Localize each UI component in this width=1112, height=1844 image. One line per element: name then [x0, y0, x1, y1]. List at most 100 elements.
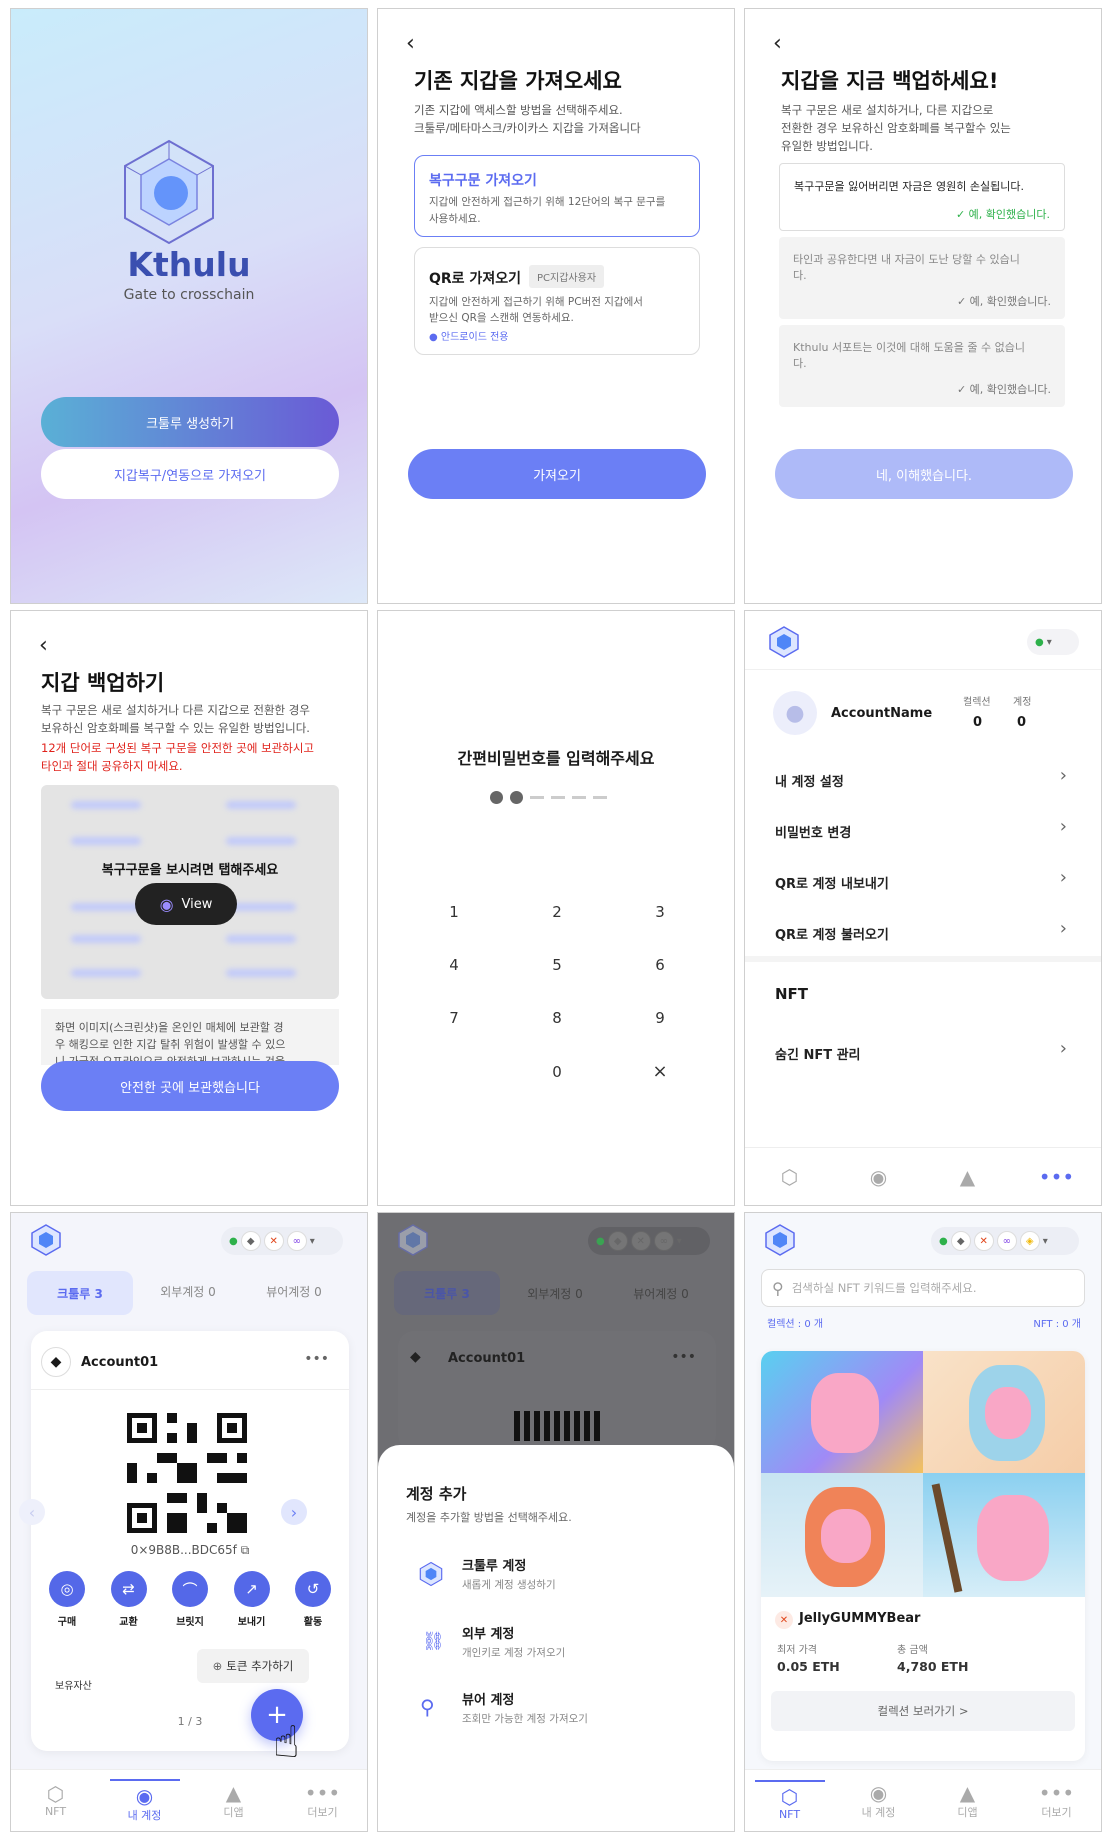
nav-more[interactable]: ••• 더보기	[1022, 1782, 1092, 1820]
recovery-phrase-box[interactable]: 복구구문을 보시려면 탭해주세요 ◉ View	[41, 785, 339, 999]
nav-account[interactable]: ◉	[844, 1166, 914, 1188]
klaytn-icon: ✕	[630, 1231, 651, 1251]
key-9[interactable]: 9	[640, 1009, 680, 1027]
nft-thumbnail	[761, 1473, 923, 1597]
key-4[interactable]: 4	[434, 956, 474, 974]
nav-dapp[interactable]: ▲ 디앱	[199, 1782, 269, 1820]
import-wallet-button[interactable]: 지갑복구/연동으로 가져오기	[41, 449, 339, 499]
page-desc-3: 유일한 방법입니다.	[781, 139, 873, 153]
confirm-card-1[interactable]: 복구구문을 잃어버리면 자금은 영원히 손실됩니다. ✓ 예, 확인했습니다.	[779, 163, 1065, 231]
tab-external[interactable]: 외부계정 0	[135, 1283, 241, 1300]
saved-safely-button[interactable]: 안전한 곳에 보관했습니다	[41, 1061, 339, 1111]
network-chip[interactable]: ● ◆ ✕ ∞ ▾	[221, 1227, 343, 1255]
nav-nft[interactable]: ⬡ NFT	[21, 1783, 91, 1818]
action-swap[interactable]: ⇄ 교환	[107, 1571, 151, 1628]
note-line: 화면 이미지(스크린샷)을 온인인 매체에 보관할 경	[55, 1021, 284, 1034]
nft-search-input[interactable]: ⚲ 검색하실 NFT 키워드를 입력해주세요.	[761, 1269, 1085, 1307]
back-arrow-icon[interactable]: ‹	[39, 635, 48, 657]
brand-tagline: Gate to crosschain	[123, 287, 255, 303]
option-title: 외부 계정	[462, 1627, 515, 1642]
nav-label: 디앱	[957, 1805, 978, 1819]
nav-nft[interactable]: ⬡ NFT	[754, 1780, 825, 1821]
import-button[interactable]: 가져오기	[408, 449, 706, 499]
create-wallet-button[interactable]: 크툴루 생성하기	[41, 397, 339, 447]
assets-label: 보유자산	[55, 1681, 92, 1692]
copy-icon[interactable]: ⧉	[241, 1543, 250, 1557]
action-label: 교환	[119, 1617, 138, 1628]
brand-name: Kthulu	[127, 245, 251, 284]
delete-key-icon[interactable]: ×	[640, 1061, 680, 1082]
action-buy[interactable]: ◎ 구매	[45, 1571, 89, 1628]
confirm-card-3[interactable]: Kthulu 서포트는 이것에 대해 도움을 줄 수 없습니 다. ✓ 예, 확…	[779, 325, 1065, 407]
key-5[interactable]: 5	[537, 956, 577, 974]
page-desc-2: 전환한 경우 보유하신 암호화폐를 복구할수 있는	[781, 121, 1011, 135]
back-arrow-icon[interactable]: ‹	[773, 33, 782, 55]
user-icon: ◉	[135, 1783, 154, 1808]
nav-more[interactable]: ••• 더보기	[288, 1782, 358, 1820]
next-account-arrow-icon[interactable]: ›	[281, 1499, 307, 1525]
chevron-down-icon: ▾	[1046, 636, 1052, 648]
view-collection-button[interactable]: 컬렉션 보러가기 >	[771, 1691, 1075, 1731]
pin-dot-filled	[510, 791, 523, 804]
tab-kthulu[interactable]: 크툴루 3	[27, 1271, 133, 1315]
back-arrow-icon[interactable]: ‹	[406, 33, 415, 55]
key-8[interactable]: 8	[537, 1009, 577, 1027]
key-7[interactable]: 7	[434, 1009, 474, 1027]
wallet-home-screen: ● ◆ ✕ ∞ ▾ 크툴루 3 외부계정 0 뷰어계정 0 ◆ Account01 ••…	[10, 1212, 368, 1832]
option-recovery-phrase[interactable]: 복구구문 가져오기 지갑에 안전하게 접근하기 위해 12단어의 복구 문구를 …	[414, 155, 700, 237]
understood-button[interactable]: 네, 이해했습니다.	[775, 449, 1073, 499]
chevron-right-icon: ›	[1059, 867, 1067, 888]
nav-dapp[interactable]: ▲	[933, 1166, 1003, 1188]
nft-thumbnail	[923, 1351, 1085, 1473]
network-chip[interactable]: ● ◆ ✕ ∞ ◈ ▾	[931, 1227, 1079, 1255]
option-title: 뷰어 계정	[462, 1693, 515, 1708]
key-2[interactable]: 2	[537, 903, 577, 921]
prev-account-arrow-icon[interactable]: ‹	[19, 1499, 45, 1525]
action-label: 브릿지	[176, 1617, 204, 1628]
action-label: 구매	[57, 1617, 77, 1628]
action-send[interactable]: ↗ 보내기	[230, 1571, 274, 1628]
key-1[interactable]: 1	[434, 903, 474, 921]
add-token-button[interactable]: ⊕ 토큰 추가하기	[197, 1649, 309, 1683]
option-qr-import[interactable]: QR로 가져오기 PC지갑사용자 지갑에 안전하게 접근하기 위해 PC버전 지…	[414, 247, 700, 355]
section-divider	[745, 669, 1101, 670]
nav-dapp[interactable]: ▲ 디앱	[933, 1782, 1003, 1820]
key-3[interactable]: 3	[640, 903, 680, 921]
option-title: QR로 가져오기	[429, 271, 521, 287]
key-6[interactable]: 6	[640, 956, 680, 974]
confirm-text: 다.	[793, 357, 807, 370]
nav-nft[interactable]: ⬡	[755, 1166, 825, 1188]
status-dot-icon: ●	[596, 1235, 605, 1247]
search-icon: ⚲	[772, 1278, 784, 1298]
add-account-sheet-screen: ● ◆ ✕ ∞ ▾ 크툴루 3 외부계정 0 뷰어계정 0 ◆ Account01 ••…	[377, 1212, 735, 1832]
action-bridge[interactable]: ⌒ 브릿지	[168, 1571, 212, 1628]
nav-label: NFT	[44, 1805, 67, 1818]
search-placeholder: 검색하실 NFT 키워드를 입력해주세요.	[791, 1281, 977, 1295]
confirm-card-2[interactable]: 타인과 공유한다면 내 자금이 도난 당할 수 있습니 다. ✓ 예, 확인했습…	[779, 237, 1065, 319]
nft-section-header: NFT	[775, 985, 809, 1003]
nav-account[interactable]: ◉ 내 계정	[844, 1782, 914, 1820]
kthulu-logo-icon	[765, 1224, 795, 1256]
nav-account[interactable]: ◉ 내 계정	[109, 1778, 180, 1823]
page-title: 지갑 백업하기	[41, 671, 165, 695]
key-0[interactable]: 0	[537, 1063, 577, 1081]
action-activity[interactable]: ↺ 활동	[291, 1571, 335, 1628]
tab-viewer[interactable]: 뷰어계정 0	[241, 1283, 347, 1300]
total-amount-label: 총 금액	[897, 1645, 928, 1656]
confirm-label: 예, 확인했습니다.	[969, 383, 1051, 396]
more-dots-icon[interactable]: •••	[304, 1351, 329, 1367]
network-status-chip[interactable]: ● ▾	[1027, 629, 1079, 655]
collection-card[interactable]: ✕ JellyGUMMYBear 최저 가격 0.05 ETH 총 금액 4,7…	[761, 1351, 1085, 1761]
shapes-icon: ▲	[959, 1164, 976, 1189]
shapes-icon: ▲	[959, 1780, 976, 1805]
option-title: 복구구문 가져오기	[429, 173, 537, 189]
option-desc: 지갑에 안전하게 접근하기 위해 PC버전 지갑에서	[429, 296, 643, 308]
wallet-address[interactable]: 0×9B8B...BDC65f ⧉	[31, 1543, 349, 1558]
chevron-right-icon: ›	[1059, 765, 1067, 786]
warning-1: 12개 단어로 구성된 복구 구문을 안전한 곳에 보관하시고	[41, 741, 314, 755]
view-button[interactable]: ◉ View	[135, 883, 237, 925]
pin-dash	[593, 796, 607, 799]
nav-more[interactable]: •••	[1022, 1166, 1092, 1188]
eth-icon: ◆	[950, 1231, 971, 1251]
cube-icon: ⬡	[46, 1782, 65, 1806]
